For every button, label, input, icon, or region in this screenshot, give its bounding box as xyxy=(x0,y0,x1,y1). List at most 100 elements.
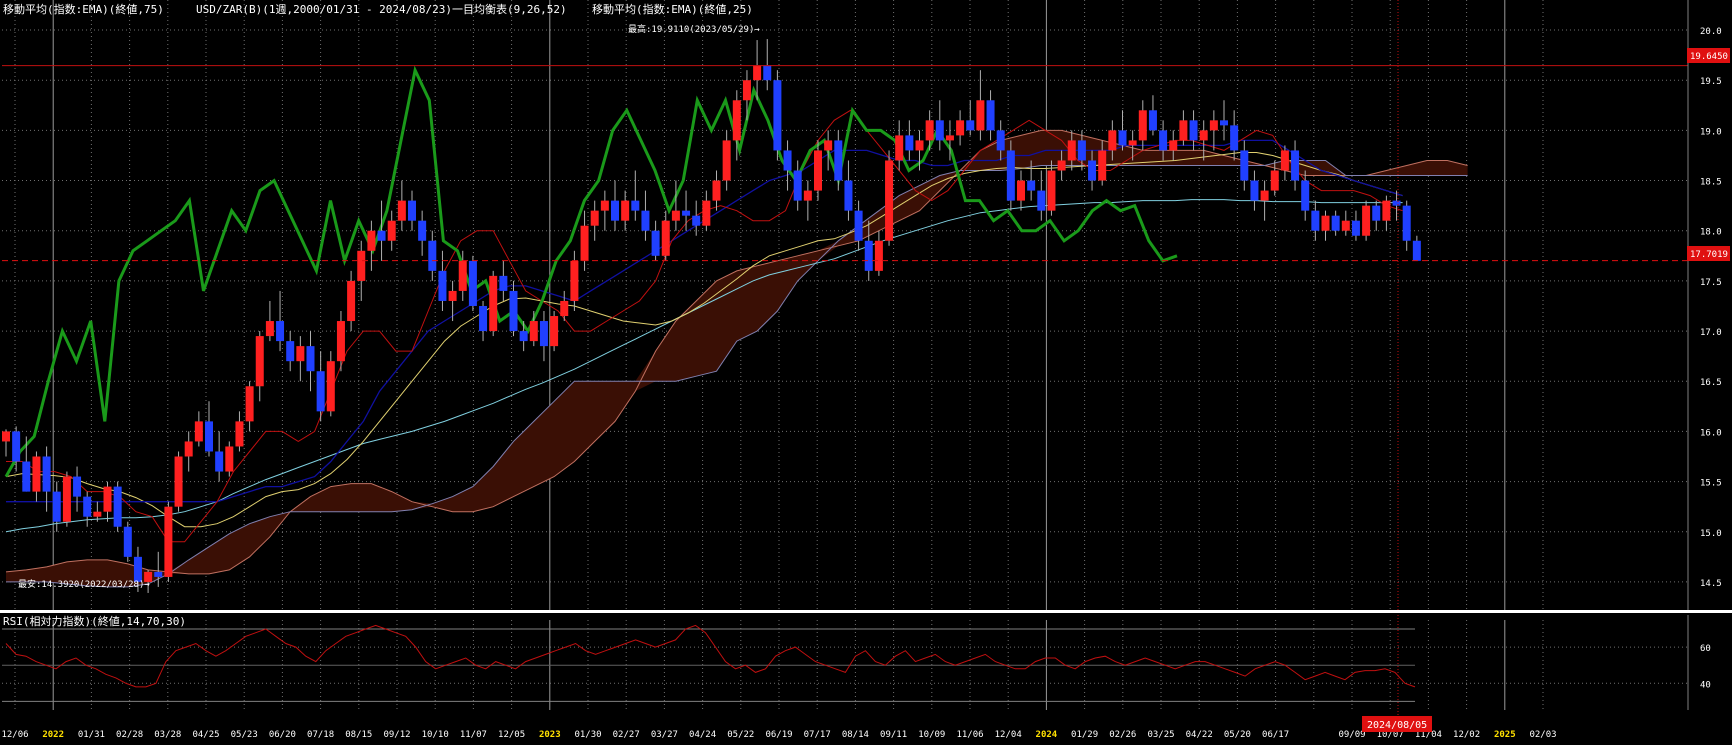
candle-body xyxy=(1351,220,1360,236)
candle-body xyxy=(42,456,51,492)
x-tick-label: 05/20 xyxy=(1224,730,1251,740)
candle-body xyxy=(611,200,619,221)
candle-body xyxy=(276,321,285,342)
candle-body xyxy=(895,135,904,161)
main-grid xyxy=(2,0,1688,610)
candle-body xyxy=(732,100,741,141)
x-tick-label: 06/17 xyxy=(1262,730,1289,740)
price-tag-current: 17.7019 xyxy=(1690,250,1728,260)
y-tick-label: 16.5 xyxy=(1700,378,1722,388)
candle-body xyxy=(296,346,305,362)
candle-body xyxy=(255,336,264,387)
header-indicator-2: 一目均衡表(9,26,52) xyxy=(452,2,567,16)
candle-body xyxy=(123,526,132,557)
x-tick-label: 04/22 xyxy=(1186,730,1213,740)
candle-body xyxy=(1098,150,1107,181)
candle-body xyxy=(783,150,792,171)
candle-body xyxy=(1260,190,1269,201)
candle-body xyxy=(966,120,975,131)
x-tick-label: 02/26 xyxy=(1109,730,1136,740)
x-tick-label: 12/05 xyxy=(498,730,525,740)
candle-body xyxy=(428,240,437,271)
candle-body xyxy=(1017,180,1025,201)
candle-body xyxy=(671,210,680,221)
candle-body xyxy=(915,140,924,151)
candle-body xyxy=(702,200,711,226)
candle-body xyxy=(956,120,965,136)
y-tick-label: 19.0 xyxy=(1700,127,1722,137)
x-tick-label: 10/09 xyxy=(918,730,945,740)
candle-body xyxy=(438,270,447,301)
price-tag-top: 19.6450 xyxy=(1690,52,1728,62)
candle-body xyxy=(1209,120,1218,131)
candle-body xyxy=(1047,170,1056,211)
candle-body xyxy=(52,491,61,522)
candle-body xyxy=(458,260,467,291)
candle-body xyxy=(945,135,954,141)
candle-body xyxy=(265,321,274,337)
candle-body xyxy=(1230,125,1239,151)
candle-body xyxy=(1280,150,1289,171)
candle-body xyxy=(377,230,386,241)
y-tick-label: 17.0 xyxy=(1700,328,1722,338)
candle-body xyxy=(803,190,812,201)
candle-body xyxy=(1037,190,1046,211)
senkou-b-line xyxy=(6,160,1468,588)
candle-body xyxy=(83,496,92,517)
candle-body xyxy=(113,486,122,527)
candle-body xyxy=(529,321,538,342)
candle-body xyxy=(1402,205,1411,241)
x-tick-label: 03/28 xyxy=(154,730,181,740)
candle-body xyxy=(692,215,701,226)
candle-body xyxy=(479,305,488,332)
candle-body xyxy=(1382,200,1391,221)
x-tick-label: 09/12 xyxy=(383,730,410,740)
x-tick-label: 09/11 xyxy=(880,730,907,740)
candle-body xyxy=(1362,205,1371,236)
candle-body xyxy=(489,275,498,332)
candle-body xyxy=(2,431,10,442)
candle-body xyxy=(357,250,366,281)
candle-body xyxy=(336,321,345,362)
candle-body xyxy=(793,170,802,201)
x-tick-label: 11/07 xyxy=(460,730,487,740)
candle-body xyxy=(103,486,112,512)
candle-body xyxy=(885,160,894,241)
candle-body xyxy=(1057,160,1066,171)
rsi-tick-label: 60 xyxy=(1700,644,1711,654)
cursor-date: 2024/08/05 xyxy=(1367,720,1427,731)
candle-body xyxy=(347,280,356,322)
candle-body xyxy=(387,220,396,241)
candle-body xyxy=(600,200,609,211)
candle-body xyxy=(205,421,213,452)
chart-canvas[interactable]: 14.5 15.0 15.5 16.0 16.5 17.0 17.5 18.0 18.5 19.0… xyxy=(0,0,1732,745)
candle-body xyxy=(468,260,477,306)
candle-body xyxy=(844,180,853,211)
candle-body xyxy=(133,556,142,582)
candle-body xyxy=(1250,180,1259,201)
candle-body xyxy=(408,200,416,221)
candle-body xyxy=(235,421,244,447)
candle-body xyxy=(1077,140,1086,161)
candle-body xyxy=(1199,130,1208,141)
x-tick-label: 08/15 xyxy=(345,730,372,740)
candle-body xyxy=(905,135,914,151)
y-tick-label: 17.5 xyxy=(1700,278,1722,288)
candle-body xyxy=(550,316,559,347)
candle-body xyxy=(1220,120,1228,126)
rsi-label: RSI(相対力指数)(終値,14,70,30) xyxy=(3,614,186,628)
x-tick-label: 02/03 xyxy=(1529,730,1556,740)
candle-body xyxy=(174,456,183,507)
y-tick-label: 16.0 xyxy=(1700,428,1722,438)
candle-body xyxy=(1128,140,1137,146)
candle-body xyxy=(1301,180,1310,211)
candle-body xyxy=(73,476,82,497)
candle-body xyxy=(661,220,670,256)
y-tick-label: 15.5 xyxy=(1700,479,1722,489)
candle-body xyxy=(225,446,234,472)
x-tick-label: 07/17 xyxy=(804,730,831,740)
y-tick-label: 19.5 xyxy=(1700,77,1722,87)
candle-body xyxy=(1331,215,1340,231)
candle-body xyxy=(925,120,934,141)
y-tick-label: 18.0 xyxy=(1700,228,1722,238)
